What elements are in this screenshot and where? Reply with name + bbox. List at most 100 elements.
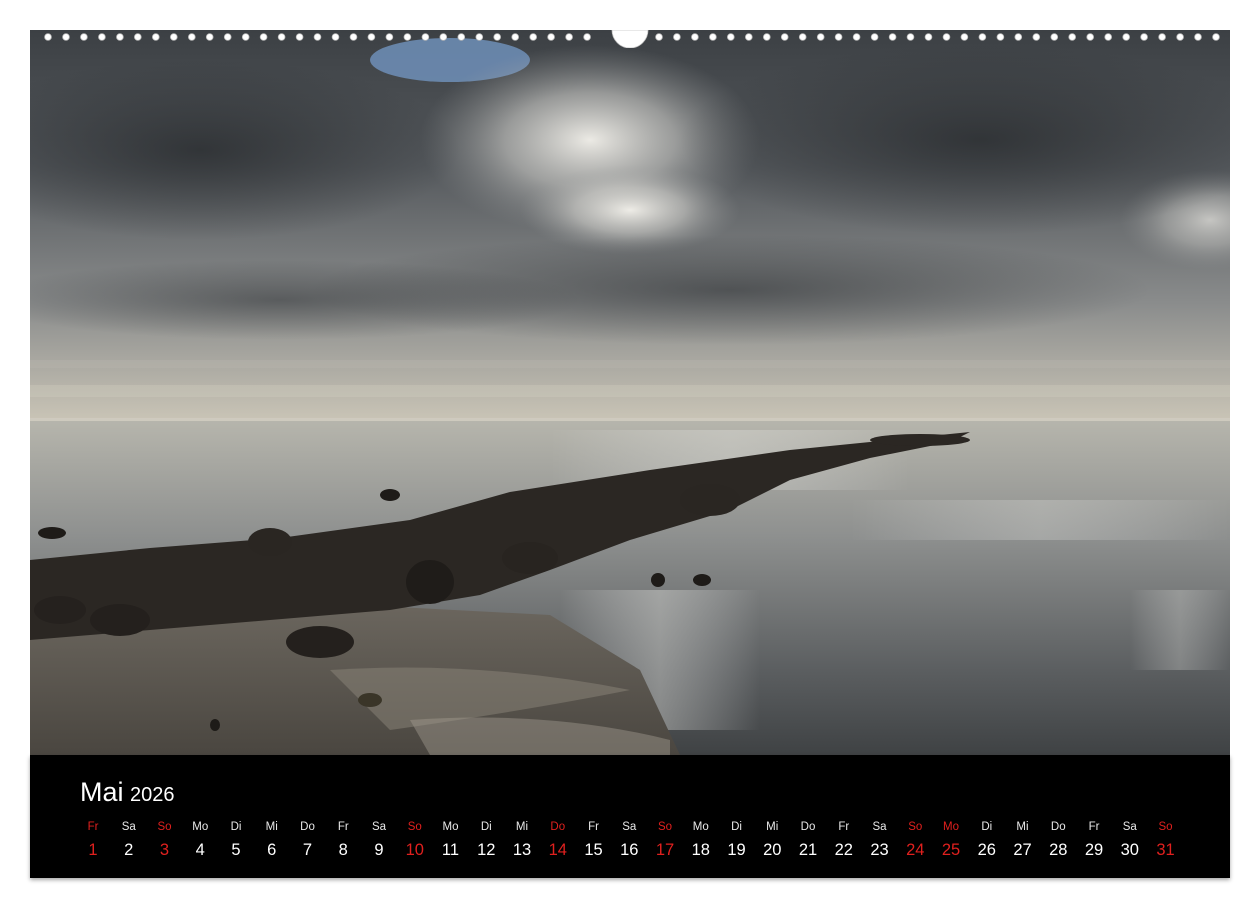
day-number: 6	[267, 841, 277, 859]
weekday-label: Mo	[943, 821, 959, 833]
calendar-day: So 10	[397, 819, 433, 863]
day-number: 27	[1013, 841, 1032, 859]
calendar-page: Mai 2026 Fr 1 Sa 2 So 3 Mo 4 Di 5 Mi 6 Do 7 Fr 8 Sa 9 So 10…	[0, 0, 1260, 908]
binding-hole	[403, 33, 412, 41]
weekday-label: So	[908, 821, 923, 833]
calendar-day: Fr 22	[826, 819, 862, 863]
weekday-label: Do	[550, 821, 566, 833]
spiral-binding	[30, 30, 1230, 48]
day-number: 14	[548, 841, 567, 859]
weekday-label: So	[1158, 821, 1173, 833]
weekday-label: So	[407, 821, 422, 833]
day-number: 21	[798, 841, 818, 859]
binding-hole	[906, 33, 915, 41]
day-number: 22	[834, 841, 853, 859]
day-number: 31	[1156, 841, 1175, 859]
binding-hole	[942, 33, 951, 41]
calendar-day: So 24	[897, 819, 933, 863]
day-number: 15	[584, 841, 603, 859]
calendar-day: Sa 16	[611, 819, 647, 863]
calendar-day: Fr 1	[75, 819, 111, 863]
binding-hole	[726, 33, 735, 41]
binding-hole	[313, 33, 322, 41]
day-number: 30	[1120, 841, 1139, 859]
weekday-label: So	[657, 821, 673, 833]
binding-hole	[673, 33, 681, 41]
calendar-day: Di 12	[468, 819, 504, 863]
weekday-label: Do	[300, 821, 315, 833]
day-number: 10	[405, 841, 424, 859]
weekday-label: Fr	[87, 821, 99, 833]
month-title: Mai 2026	[80, 777, 174, 808]
day-number: 23	[870, 841, 889, 859]
weekday-label: Mi	[265, 821, 278, 833]
calendar-day: So 17	[647, 819, 683, 863]
calendar-day: Do 21	[790, 819, 826, 863]
day-number: 18	[691, 841, 710, 859]
seascape-photo	[30, 30, 1230, 755]
calendar-day: Di 5	[218, 819, 254, 863]
seascape-illustration	[30, 30, 1230, 755]
weekday-label: Di	[230, 821, 242, 833]
weekday-label: Sa	[872, 821, 887, 833]
calendar-day: Mi 6	[254, 819, 290, 863]
binding-hole	[170, 33, 178, 41]
weekday-label: Do	[1050, 821, 1066, 833]
day-number: 1	[88, 841, 98, 859]
day-number: 17	[655, 841, 675, 859]
binding-hole	[1086, 33, 1094, 41]
weekday-label: Do	[800, 821, 816, 833]
calendar-day: Mo 11	[433, 819, 469, 863]
binding-hole	[834, 33, 843, 41]
weekday-label: Di	[731, 821, 742, 833]
binding-hole	[331, 33, 340, 41]
binding-hole	[1122, 33, 1130, 41]
binding-hole	[223, 33, 232, 41]
day-number: 3	[159, 841, 170, 859]
binding-hole	[709, 33, 717, 41]
binding-hole	[978, 33, 987, 41]
weekday-label: Di	[981, 821, 993, 833]
day-number: 4	[195, 841, 205, 859]
binding-hole	[1176, 33, 1184, 41]
calendar-day: Mi 13	[504, 819, 540, 863]
day-number: 20	[763, 841, 782, 859]
binding-hole	[888, 33, 897, 41]
binding-hole	[367, 33, 376, 41]
calendar-day: Mi 27	[1005, 819, 1041, 863]
binding-hole	[798, 33, 807, 41]
binding-hole	[44, 33, 52, 41]
calendar-day: So 31	[1148, 819, 1184, 863]
binding-hole	[439, 33, 448, 41]
day-number: 16	[620, 841, 639, 859]
calendar-day: Fr 8	[325, 819, 361, 863]
weekday-label: Fr	[1088, 821, 1100, 833]
day-number: 19	[727, 841, 746, 859]
binding-hole	[1014, 33, 1023, 41]
binding-hole	[116, 33, 124, 41]
binding-hole	[852, 33, 861, 41]
binding-hole	[421, 33, 430, 41]
weekday-label: So	[157, 821, 172, 833]
weekday-label: Mi	[766, 821, 779, 833]
calendar-bar: Mai 2026 Fr 1 Sa 2 So 3 Mo 4 Di 5 Mi 6 Do 7 Fr 8 Sa 9 So 10…	[30, 755, 1230, 878]
month-name: Mai	[80, 777, 124, 807]
day-number: 2	[124, 841, 134, 859]
weekday-label: Fr	[838, 821, 850, 833]
weekday-label: Sa	[1122, 821, 1137, 833]
binding-hole	[529, 33, 538, 41]
binding-hole	[655, 33, 663, 41]
binding-hole	[1068, 33, 1076, 41]
binding-hole	[565, 33, 573, 41]
binding-hole	[762, 33, 771, 41]
weekday-label: Fr	[337, 821, 349, 833]
calendar-day: Mi 20	[754, 819, 790, 863]
calendar-day: Mo 4	[182, 819, 218, 863]
day-number: 7	[302, 841, 313, 859]
binding-hole	[241, 33, 250, 41]
binding-hole	[1158, 33, 1166, 41]
weekday-label: Sa	[622, 821, 637, 833]
calendar-day: Fr 15	[576, 819, 612, 863]
calendar-day: Sa 23	[862, 819, 898, 863]
calendar-day: Do 7	[290, 819, 326, 863]
